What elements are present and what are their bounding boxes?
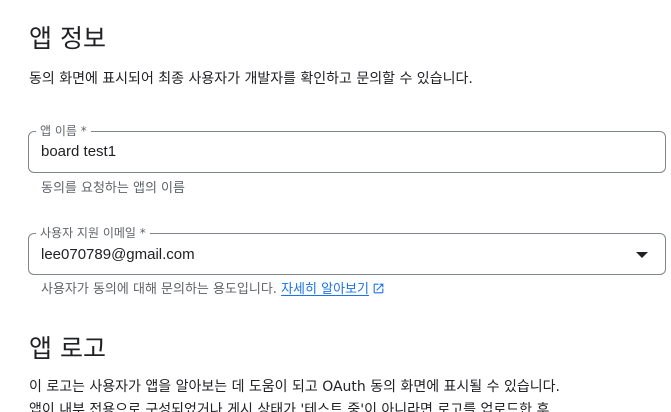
- app-logo-description-line2: 앱이 내부 전용으로 구성되었거나 게시 상태가 '테스트 중'이 아니라면 로…: [29, 402, 550, 412]
- app-name-label: 앱 이름 *: [36, 123, 91, 139]
- chevron-down-icon[interactable]: [636, 252, 648, 258]
- support-email-select[interactable]: 사용자 지원 이메일 * lee070789@gmail.com: [28, 225, 666, 275]
- support-email-value: lee070789@gmail.com: [41, 246, 195, 263]
- support-email-label: 사용자 지원 이메일 *: [36, 225, 150, 241]
- app-logo-description-line1: 이 로고는 사용자가 앱을 알아보는 데 도움이 되고 OAuth 동의 화면에…: [29, 379, 560, 395]
- app-name-input[interactable]: [41, 143, 621, 161]
- app-info-description: 동의 화면에 표시되어 최종 사용자가 개발자를 확인하고 문의할 수 있습니다…: [29, 71, 473, 87]
- support-email-hint: 사용자가 동의에 대해 문의하는 용도입니다.: [41, 282, 277, 297]
- learn-more-link[interactable]: 자세히 알아보기: [281, 282, 385, 297]
- oauth-consent-app-info-page: 앱 정보 동의 화면에 표시되어 최종 사용자가 개발자를 확인하고 문의할 수…: [0, 0, 671, 412]
- support-email-hint-row: 사용자가 동의에 대해 문의하는 용도입니다. 자세히 알아보기: [41, 282, 385, 300]
- app-info-title: 앱 정보: [29, 24, 106, 53]
- open-in-new-icon: [372, 282, 385, 300]
- app-name-hint: 동의를 요청하는 앱의 이름: [41, 181, 185, 196]
- app-name-field[interactable]: 앱 이름 *: [28, 123, 666, 173]
- app-logo-title: 앱 로고: [29, 334, 106, 363]
